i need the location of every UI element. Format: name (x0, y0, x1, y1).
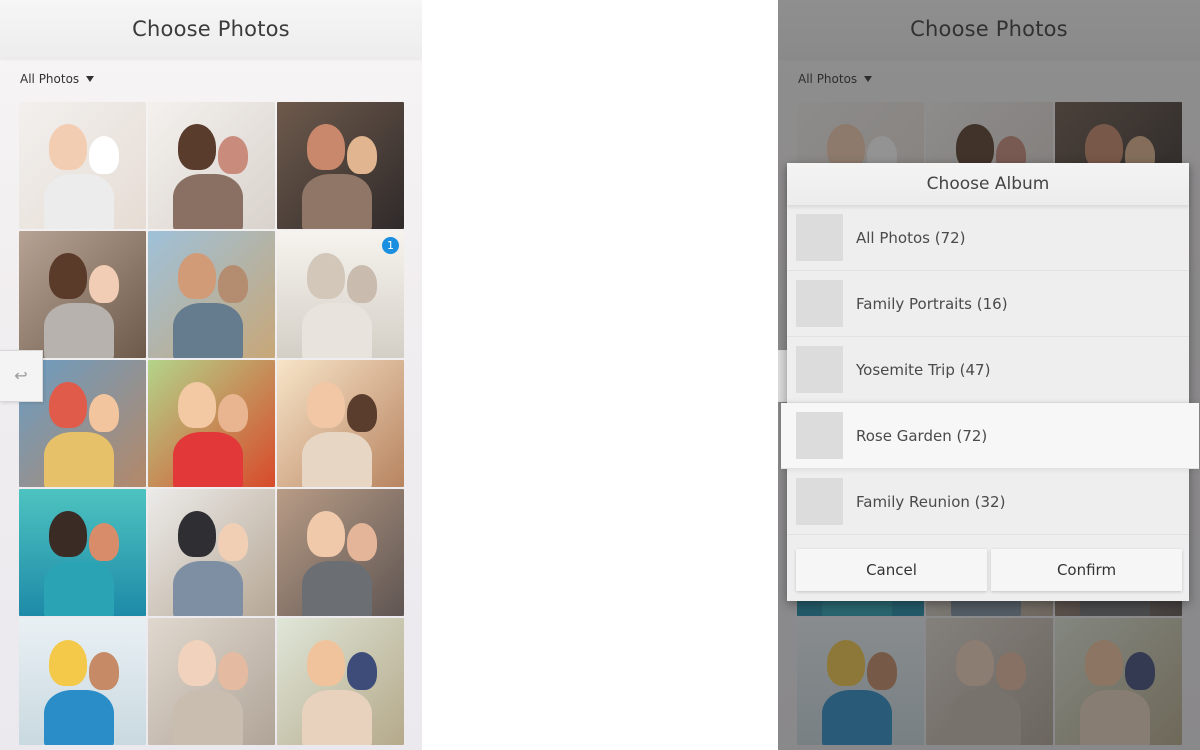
photo-subject (302, 303, 372, 358)
photo-subject (307, 511, 345, 557)
photo-thumbnail[interactable] (148, 360, 275, 487)
photo-thumbnail[interactable] (148, 231, 275, 358)
photo-subject (347, 394, 377, 432)
photo-thumbnail[interactable] (19, 618, 146, 745)
photo-subject (302, 561, 372, 616)
photo-subject (218, 394, 248, 432)
photo-thumbnail[interactable] (277, 489, 404, 616)
photo-subject (178, 382, 216, 428)
photo-subject (347, 136, 377, 174)
photo-subject (89, 652, 119, 690)
photo-subject (89, 265, 119, 303)
album-label: Yosemite Trip (47) (856, 360, 991, 379)
photo-thumbnail[interactable] (148, 618, 275, 745)
back-arrow-icon: ↩ (14, 368, 28, 385)
photo-subject (89, 523, 119, 561)
photo-subject (49, 253, 87, 299)
photo-subject (218, 136, 248, 174)
photo-subject (218, 523, 248, 561)
photo-thumbnail[interactable]: 1 (277, 231, 404, 358)
dialog-title: Choose Album (787, 163, 1189, 205)
photo-thumbnail[interactable] (148, 489, 275, 616)
photo-subject (49, 382, 87, 428)
photo-subject (173, 303, 243, 358)
photo-subject (49, 640, 87, 686)
album-label: Rose Garden (72) (856, 426, 988, 445)
photo-subject (307, 640, 345, 686)
album-list-item[interactable]: Rose Garden (72) (781, 403, 1199, 469)
photo-subject (89, 394, 119, 432)
photo-subject (173, 432, 243, 487)
photo-subject (218, 652, 248, 690)
photo-thumbnail[interactable] (277, 618, 404, 745)
album-list-item[interactable]: All Photos (72) (787, 205, 1189, 271)
album-label: All Photos (72) (856, 228, 966, 247)
photo-subject (44, 174, 114, 229)
photo-subject (173, 561, 243, 616)
dialog-button-bar: Cancel Confirm (796, 549, 1182, 591)
photo-subject (89, 136, 119, 174)
album-label: Family Reunion (32) (856, 492, 1006, 511)
confirm-button[interactable]: Confirm (991, 549, 1182, 591)
album-filter-label: All Photos (20, 72, 80, 86)
album-list-item[interactable]: Family Portraits (16) (787, 271, 1189, 337)
cancel-button[interactable]: Cancel (796, 549, 987, 591)
photo-subject (49, 511, 87, 557)
photo-subject (302, 690, 372, 745)
photo-thumbnail[interactable] (277, 102, 404, 229)
photo-subject (49, 124, 87, 170)
app-stage: Choose Photos All Photos 1 ↩ Choose Phot… (0, 0, 1200, 750)
album-list-item[interactable]: Family Reunion (32) (787, 469, 1189, 535)
choose-photos-screen: Choose Photos All Photos 1 ↩ (0, 0, 422, 750)
back-button[interactable]: ↩ (0, 350, 43, 402)
photo-subject (178, 253, 216, 299)
photo-subject (307, 382, 345, 428)
photo-grid: 1 (19, 102, 404, 745)
caret-down-icon (86, 76, 95, 82)
choose-album-screen: Choose Photos All Photos ↩ Choose Album … (778, 0, 1200, 750)
photo-thumbnail[interactable] (19, 231, 146, 358)
photo-subject (173, 690, 243, 745)
photo-subject (347, 652, 377, 690)
album-list-item[interactable]: Yosemite Trip (47) (787, 337, 1189, 403)
photo-subject (302, 174, 372, 229)
photo-subject (178, 640, 216, 686)
photo-subject (44, 303, 114, 358)
album-thumbnail (796, 280, 843, 327)
album-list: All Photos (72) Family Portraits (16) Yose… (781, 205, 1199, 535)
photo-subject (347, 523, 377, 561)
photo-subject (178, 511, 216, 557)
page-title: Choose Photos (132, 17, 290, 41)
photo-subject (173, 174, 243, 229)
album-filter-dropdown[interactable]: All Photos (20, 72, 95, 86)
photo-subject (178, 124, 216, 170)
album-thumbnail (796, 346, 843, 393)
photo-subject (307, 124, 345, 170)
album-thumbnail (796, 412, 843, 459)
photo-thumbnail[interactable] (148, 102, 275, 229)
album-thumbnail (796, 214, 843, 261)
choose-album-dialog: Choose Album All Photos (72) Family Portr… (781, 163, 1199, 601)
photo-subject (44, 432, 114, 487)
selection-count-badge: 1 (382, 237, 399, 254)
album-thumbnail (796, 478, 843, 525)
photo-subject (44, 690, 114, 745)
photo-thumbnail[interactable] (19, 489, 146, 616)
header-bar: Choose Photos (0, 0, 422, 58)
photo-subject (302, 432, 372, 487)
photo-thumbnail[interactable] (19, 102, 146, 229)
photo-thumbnail[interactable] (277, 360, 404, 487)
photo-subject (307, 253, 345, 299)
photo-subject (347, 265, 377, 303)
photo-subject (218, 265, 248, 303)
album-label: Family Portraits (16) (856, 294, 1008, 313)
photo-subject (44, 561, 114, 616)
